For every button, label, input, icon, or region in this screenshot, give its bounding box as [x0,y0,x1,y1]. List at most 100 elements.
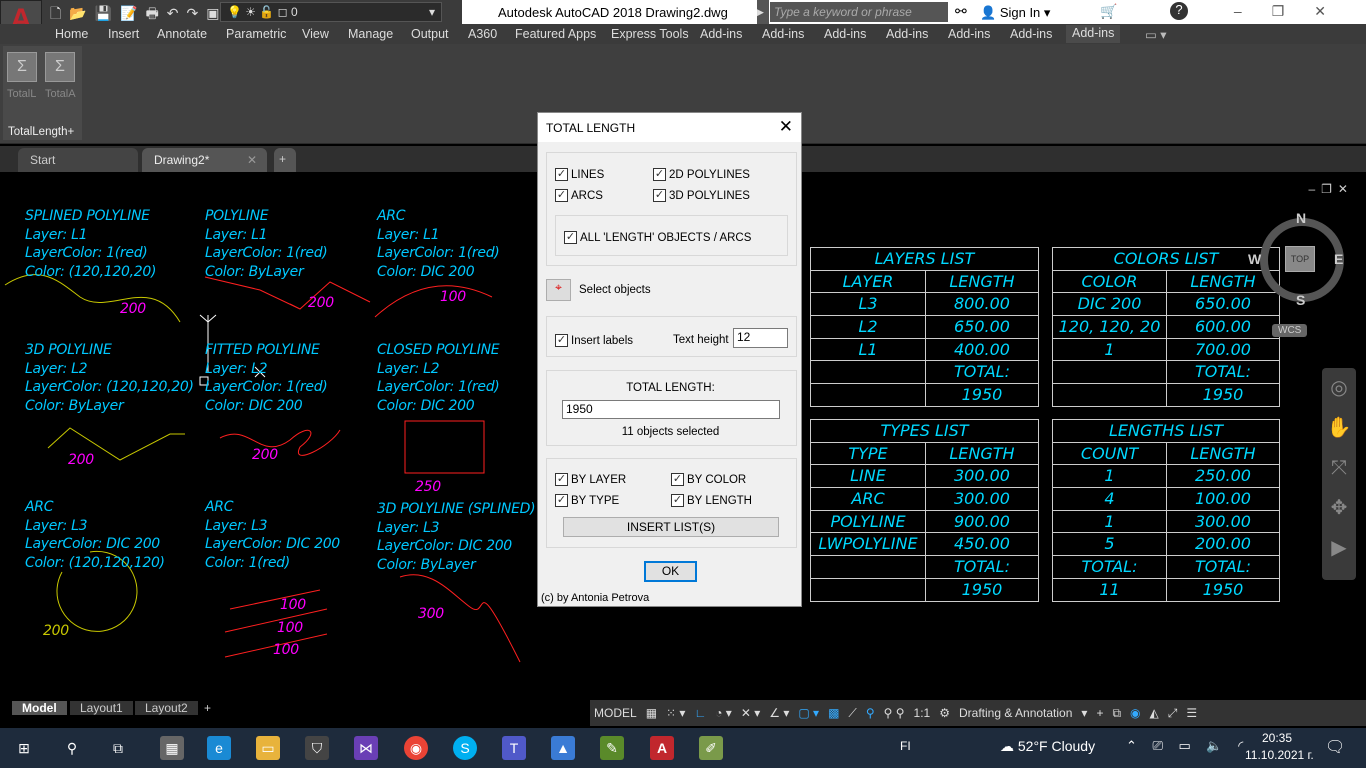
tab-manage[interactable]: Manage [348,27,393,41]
select-objects-button[interactable]: ⌖ [546,279,571,301]
viewcube[interactable]: TOP N S E W WCS [1248,210,1352,337]
fullscreen-icon[interactable]: ⤢ [1168,706,1178,721]
open-icon[interactable]: 📂 [69,5,86,22]
weather-widget[interactable]: ☁ 52°F Cloudy [1000,738,1095,755]
snap-icon[interactable]: ⁙ ▾ [666,706,685,720]
save-icon[interactable]: 💾 [95,5,112,22]
ok-button[interactable]: OK [644,561,697,582]
compass-w[interactable]: W [1248,251,1261,267]
layer-dropdown[interactable]: 💡 ☀ 🔓 ◻ 0 ▾ [220,2,442,22]
add-layout-button[interactable]: + [200,701,215,715]
lines-checkbox[interactable]: ✓ LINES [555,168,604,181]
search-input[interactable]: Type a keyword or phrase [770,2,948,22]
transparency-icon[interactable]: ▩ [828,706,839,720]
tab-insert[interactable]: Insert [108,27,139,41]
notepad-icon[interactable]: ✎ [600,736,624,760]
plus-icon[interactable]: + [1096,706,1103,720]
tab-parametric[interactable]: Parametric [226,27,286,41]
layout-tab-layout2[interactable]: Layout2 [135,701,198,715]
edge-icon[interactable]: e [207,736,231,760]
compass-n[interactable]: N [1296,210,1306,226]
paint-icon[interactable]: ✐ [699,736,723,760]
help-icon[interactable]: ? [1170,2,1188,20]
by-color-checkbox[interactable]: ✓ BY COLOR [671,473,746,486]
window-controls[interactable]: –❐✕ [1234,3,1356,20]
viewcube-top[interactable]: TOP [1285,246,1315,272]
by-length-checkbox[interactable]: ✓ BY LENGTH [671,494,752,507]
layout-tab-model[interactable]: Model [12,701,67,715]
polar-icon[interactable]: ◔ ▾ [715,706,732,720]
tab-home[interactable]: Home [55,27,88,41]
2d-polylines-checkbox[interactable]: ✓ 2D POLYLINES [653,168,750,181]
by-layer-checkbox[interactable]: ✓ BY LAYER [555,473,626,486]
new-tab-button[interactable]: + [274,148,296,172]
tab-view[interactable]: View [302,27,329,41]
isolate-icon[interactable]: ◉ [1130,706,1140,720]
teams-icon[interactable]: T [502,736,526,760]
sign-in-button[interactable]: 👤 Sign In ▾ [980,5,1050,21]
file-explorer-icon[interactable]: ▭ [256,736,280,760]
annotation-scale-icon[interactable]: ⚲ [866,706,875,720]
visual-studio-icon[interactable]: ⋈ [354,736,378,760]
language-indicator[interactable]: FI [900,739,911,753]
by-type-checkbox[interactable]: ✓ BY TYPE [555,494,619,507]
store-icon[interactable]: ⛉ [305,736,329,760]
close-tab-icon[interactable]: ✕ [247,153,257,167]
panel-name[interactable]: TotalLength+ [8,126,74,138]
grid-icon[interactable]: ▦ [646,706,657,720]
tab-output[interactable]: Output [411,27,449,41]
tab-add-ins[interactable]: Add-ins [948,27,990,41]
annotation-scale[interactable]: 1:1 [914,706,931,720]
workspace-gear-icon[interactable]: ⚙ [939,706,950,720]
3d-polylines-checkbox[interactable]: ✓ 3D POLYLINES [653,189,750,202]
units-icon[interactable]: ⧉ [1112,706,1121,721]
navigation-bar[interactable]: ◎ ✋ ⤧ ✥ ▶ [1322,368,1356,580]
hardware-acceleration-icon[interactable]: ◭ [1150,706,1159,720]
ribbon-toggle-icon[interactable]: ▭ ▾ [1145,27,1167,42]
tab-add-ins[interactable]: Add-ins [1010,27,1052,41]
all-length-objects-checkbox[interactable]: ✓ ALL 'LENGTH' OBJECTS / ARCS [564,231,751,244]
redo-icon[interactable]: ↷ [187,5,199,22]
arcs-checkbox[interactable]: ✓ ARCS [555,189,603,202]
chrome-icon[interactable]: ◉ [404,736,428,760]
tab-add-ins[interactable]: Add-ins [762,27,804,41]
notifications-icon[interactable]: 🗨 [1325,737,1345,757]
text-height-input[interactable]: 12 [733,328,788,348]
model-space-button[interactable]: MODEL [594,706,637,720]
dynamic-ucs-icon[interactable]: ∠ ▾ [769,706,789,720]
customization-menu-icon[interactable]: ☰ [1186,706,1197,720]
annotation-visibility-icon[interactable]: ⟋ [848,706,856,721]
osnap-icon[interactable]: ✕ ▾ [741,706,760,720]
tab-add-ins[interactable]: Add-ins [824,27,866,41]
system-tray-icons[interactable]: ⌃ ⎚ ▭ 🔈 ◜ [1126,738,1249,754]
total-area-tool-icon[interactable]: Σ [45,52,75,82]
save-as-icon[interactable]: 📝 [120,5,137,22]
autoscale-icon[interactable]: ⚲ ⚲ [884,706,905,720]
tab-a360[interactable]: A360 [468,27,497,41]
close-icon[interactable]: ✕ [779,117,793,137]
navigation-icons[interactable]: ◎ ✋ ⤧ ✥ ▶ [1322,368,1356,568]
insert-lists-button[interactable]: INSERT LIST(S) [563,517,779,537]
workspace-switch[interactable]: Drafting & Annotation [959,706,1072,720]
tab-add-ins[interactable]: Add-ins [700,27,742,41]
autocad-icon[interactable]: A [650,736,674,760]
clock-date[interactable]: 11.10.2021 г. [1245,748,1314,762]
file-tab-start[interactable]: Start [18,148,138,172]
total-length-field[interactable]: 1950 [562,400,780,419]
ortho-icon[interactable]: ∟ [694,706,706,720]
search-icon[interactable]: ⚲ [60,736,84,760]
skype-icon[interactable]: S [453,736,477,760]
search-expand-icon[interactable]: ▶ [757,0,769,24]
compass-s[interactable]: S [1296,292,1305,308]
binoculars-icon[interactable]: ⚯ [955,3,967,20]
compass-e[interactable]: E [1334,251,1343,267]
start-icon[interactable]: ⊞ [12,736,36,760]
task-view-icon[interactable]: ⧉ [106,736,130,760]
layout-tab-layout1[interactable]: Layout1 [70,701,133,715]
insert-labels-checkbox[interactable]: ✓ Insert labels [555,334,633,347]
calculator-icon[interactable]: ▦ [160,736,184,760]
undo-icon[interactable]: ↶ [167,5,179,22]
tab-annotate[interactable]: Annotate [157,27,207,41]
wcs-menu[interactable]: WCS [1272,324,1308,337]
cart-icon[interactable]: 🛒 [1100,3,1117,20]
